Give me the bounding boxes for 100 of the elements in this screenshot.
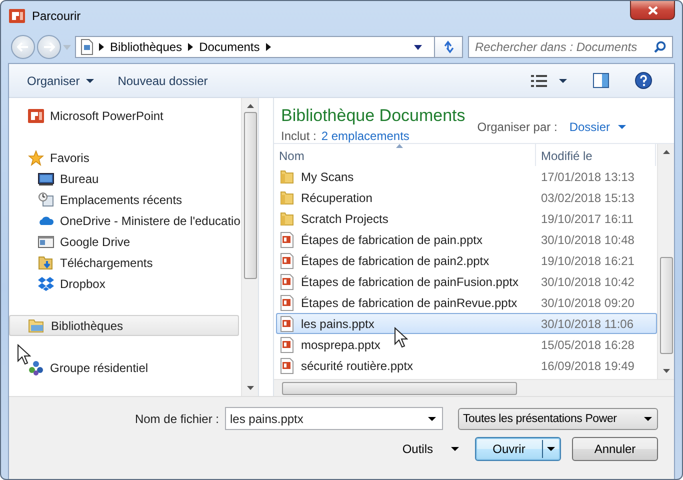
tools-menu[interactable]: Outils [402, 442, 459, 456]
star-icon [28, 150, 44, 166]
sidebar-item[interactable]: Bibliothèques [9, 315, 239, 336]
pptx-file-icon [280, 294, 294, 310]
folder-icon [280, 190, 294, 206]
sidebar-item[interactable]: Téléchargements [9, 252, 239, 273]
modified-date: 30/10/2018 10:48 [540, 232, 634, 246]
file-row[interactable]: mosprepa.pptx 15/05/2018 16:28 [276, 334, 657, 355]
view-list-icon[interactable] [531, 74, 547, 88]
caret-icon [547, 447, 555, 451]
file-name: Étapes de fabrication de painRevue.pptx [301, 296, 518, 310]
dropdown-arrow-icon [644, 416, 652, 420]
file-name: Récuperation [301, 190, 372, 204]
forward-arrow-icon [43, 42, 55, 52]
back-arrow-icon [17, 42, 29, 52]
pptx-file-icon [280, 316, 294, 332]
scroll-up-icon [246, 104, 254, 108]
scroll-down-icon [662, 369, 670, 373]
powerpoint-icon [9, 8, 25, 24]
column-header[interactable]: Modifié le [536, 144, 656, 166]
modified-date: 30/10/2018 09:20 [540, 296, 634, 310]
folder-icon [28, 318, 45, 334]
modified-date: 30/10/2018 10:42 [540, 274, 634, 288]
search-field[interactable]: Rechercher dans : Documents [468, 36, 673, 58]
modified-date: 17/01/2018 13:13 [540, 170, 634, 184]
file-row[interactable]: My Scans 17/01/2018 13:13 [276, 166, 657, 187]
preview-pane-icon[interactable] [593, 73, 609, 88]
cancel-button[interactable]: Annuler [572, 437, 658, 461]
window-icon [38, 234, 54, 250]
modified-date: 15/05/2018 16:28 [540, 338, 634, 352]
arrange-dropdown[interactable]: Dossier [569, 120, 626, 134]
filename-label: Nom de fichier : [134, 412, 219, 426]
refresh-button[interactable] [435, 36, 463, 58]
chevron-icon[interactable] [99, 43, 104, 51]
close-icon [648, 6, 658, 14]
organize-menu[interactable]: Organiser [19, 70, 102, 92]
file-row[interactable]: Scratch Projects 19/10/2017 16:11 [276, 208, 657, 229]
caret-icon [451, 447, 459, 451]
locations-link[interactable]: 2 emplacements [321, 129, 410, 143]
file-row[interactable]: Étapes de fabrication de painFusion.pptx 30/10/2018 10:42 [276, 271, 657, 292]
file-row[interactable]: Récuperation 03/02/2018 15:13 [276, 187, 657, 208]
pptx-file-icon [280, 252, 294, 268]
library-title: Bibliothèque Documents [281, 106, 466, 126]
caret-icon [86, 78, 94, 82]
scrollbar[interactable] [657, 144, 674, 379]
arrange-label: Organiser par : [477, 120, 558, 134]
sidebar-item[interactable]: Favoris [9, 147, 239, 168]
new-folder-button[interactable]: Nouveau dossier [110, 70, 216, 92]
file-name: Étapes de fabrication de pain.pptx [301, 232, 482, 246]
cursor-icon [17, 344, 31, 366]
file-name: les pains.pptx [301, 316, 374, 330]
caret-icon [618, 125, 626, 129]
refresh-icon [442, 40, 456, 54]
file-name: Étapes de fabrication de pain2.pptx [301, 254, 490, 268]
pptx-file-icon [280, 274, 294, 290]
help-icon[interactable] [635, 72, 652, 89]
close-button[interactable] [630, 1, 675, 20]
breadcrumb-item[interactable]: Bibliothèques [110, 40, 182, 54]
sidebar-item[interactable]: Microsoft PowerPoint [9, 105, 239, 126]
modified-date: 16/09/2018 19:49 [540, 358, 634, 372]
file-name: Scratch Projects [301, 212, 388, 226]
sidebar-item[interactable]: Groupe résidentiel [9, 357, 239, 378]
forward-button[interactable] [37, 35, 61, 59]
recent-places-icon [38, 192, 54, 208]
horizontal-scrollbar[interactable] [274, 379, 674, 396]
modified-date: 19/10/2017 16:11 [540, 212, 634, 226]
file-row[interactable]: Étapes de fabrication de pain2.pptx 19/10/2018 16:21 [276, 250, 657, 271]
filename-field[interactable]: les pains.pptx [225, 407, 443, 430]
file-row[interactable]: Étapes de fabrication de pain.pptx 30/10/2018 10:48 [276, 229, 657, 250]
file-row[interactable]: les pains.pptx 30/10/2018 11:06 [276, 313, 657, 334]
dropdown-arrow-icon [428, 416, 436, 420]
desktop-icon [38, 170, 54, 186]
chevron-icon[interactable] [266, 43, 271, 51]
sort-arrow-icon [396, 144, 403, 148]
sidebar-item[interactable]: Bureau [9, 168, 239, 189]
window-title: Parcourir [32, 9, 81, 23]
file-name: sécurité routière.pptx [301, 358, 414, 372]
downloads-folder-icon [38, 254, 54, 270]
search-icon [654, 41, 666, 53]
sidebar-item[interactable]: Emplacements récents [9, 189, 239, 210]
modified-date: 03/02/2018 15:13 [540, 190, 634, 204]
sidebar-item[interactable]: OneDrive - Ministere de l'educatio [9, 210, 239, 231]
scrollbar[interactable] [241, 98, 258, 396]
chevron-icon[interactable] [188, 43, 194, 51]
breadcrumb-item[interactable]: Documents [199, 40, 260, 54]
includes-label: Inclut : [281, 129, 316, 143]
sidebar-item[interactable]: Google Drive [9, 231, 239, 252]
sidebar-item[interactable]: Dropbox [9, 273, 239, 294]
file-row[interactable]: Étapes de fabrication de painRevue.pptx 30/10/2018 09:20 [276, 292, 657, 313]
dropdown-arrow-icon[interactable] [414, 44, 422, 50]
file-name: My Scans [301, 170, 354, 184]
back-button[interactable] [11, 35, 35, 59]
open-button[interactable]: Ouvrir [475, 437, 561, 461]
network-icon [28, 360, 44, 376]
powerpoint-icon [28, 108, 44, 124]
caret-icon[interactable] [559, 78, 567, 82]
pptx-file-icon [280, 232, 294, 248]
file-type-dropdown[interactable]: Toutes les présentations Power [458, 408, 658, 430]
modified-date: 30/10/2018 11:06 [540, 316, 634, 330]
file-row[interactable]: sécurité routière.pptx 16/09/2018 19:49 [276, 355, 657, 376]
